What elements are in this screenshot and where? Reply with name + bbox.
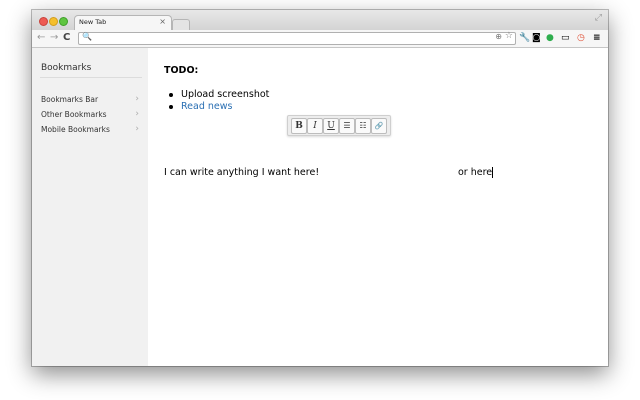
underline-button[interactable]: U	[323, 118, 339, 134]
tab-new-tab[interactable]: New Tab ×	[74, 15, 172, 31]
italic-button[interactable]: I	[307, 118, 323, 134]
sidebar-item-label: Bookmarks Bar	[41, 95, 99, 104]
format-toolbar: B I U ☰ ☷ 🔗	[287, 115, 391, 136]
editor-text-line-right[interactable]: or here	[458, 167, 494, 178]
numbered-list-icon[interactable]: ☷	[355, 118, 371, 134]
text-caret	[492, 167, 494, 178]
address-bar[interactable]: 🔍 ⊕ ☆	[78, 31, 516, 45]
minimize-window-button[interactable]	[49, 17, 58, 26]
back-arrow-icon[interactable]: ←	[37, 31, 45, 45]
sidebar-divider	[40, 77, 142, 78]
list-item: Upload screenshot	[164, 89, 269, 101]
close-window-button[interactable]	[39, 17, 48, 26]
chevron-right-icon: ›	[135, 124, 139, 134]
bold-button[interactable]: B	[291, 118, 307, 134]
wrench-icon[interactable]: 🔧	[519, 31, 530, 45]
bookmarks-sidebar: Bookmarks Bookmarks Bar › Other Bookmark…	[32, 48, 148, 366]
maximize-window-button[interactable]	[59, 17, 68, 26]
sidebar-item-bookmarks-bar[interactable]: Bookmarks Bar ›	[41, 94, 139, 104]
sidebar-item-label: Mobile Bookmarks	[41, 125, 110, 134]
editor-text-line[interactable]: I can write anything I want here!	[164, 167, 319, 178]
tab-title: New Tab	[79, 18, 107, 26]
browser-window: New Tab × ⤢ ← → C 🔍 ⊕ ☆ 🔧 ◙ ● ▭ ◷ ≡ Book…	[32, 10, 608, 366]
menu-icon[interactable]: ≡	[593, 31, 601, 45]
cast-icon[interactable]: ▭	[561, 31, 570, 45]
read-news-link[interactable]: Read news	[164, 101, 269, 113]
chevron-right-icon: ›	[135, 109, 139, 119]
search-icon: 🔍	[82, 32, 92, 41]
sidebar-item-other-bookmarks[interactable]: Other Bookmarks ›	[41, 109, 139, 119]
tab-close-icon[interactable]: ×	[159, 17, 166, 26]
bookmark-star-icon[interactable]: ☆	[505, 31, 513, 41]
forward-arrow-icon[interactable]: →	[50, 31, 58, 45]
new-tab-button[interactable]	[172, 19, 190, 30]
pocket-icon[interactable]: ◙	[532, 31, 541, 45]
todo-heading: TODO:	[164, 65, 199, 76]
chevron-right-icon: ›	[135, 94, 139, 104]
timer-icon[interactable]: ◷	[577, 31, 585, 45]
reload-icon[interactable]: C	[63, 31, 70, 45]
sidebar-title: Bookmarks	[41, 63, 92, 73]
editor-text: or here	[458, 167, 493, 178]
sidebar-item-label: Other Bookmarks	[41, 110, 107, 119]
zoom-icon[interactable]: ⊕	[495, 32, 502, 41]
tab-strip: New Tab × ⤢	[32, 10, 608, 31]
editor-area[interactable]: TODO: Upload screenshot Read news B I U …	[148, 48, 608, 366]
bullet-list-icon[interactable]: ☰	[339, 118, 355, 134]
todo-list: Upload screenshot Read news	[164, 89, 269, 113]
fullscreen-icon[interactable]: ⤢	[595, 13, 602, 23]
link-icon[interactable]: 🔗	[371, 118, 387, 134]
sidebar-item-mobile-bookmarks[interactable]: Mobile Bookmarks ›	[41, 124, 139, 134]
hangouts-icon[interactable]: ●	[546, 31, 554, 45]
browser-toolbar: ← → C 🔍 ⊕ ☆ 🔧 ◙ ● ▭ ◷ ≡	[32, 30, 608, 48]
